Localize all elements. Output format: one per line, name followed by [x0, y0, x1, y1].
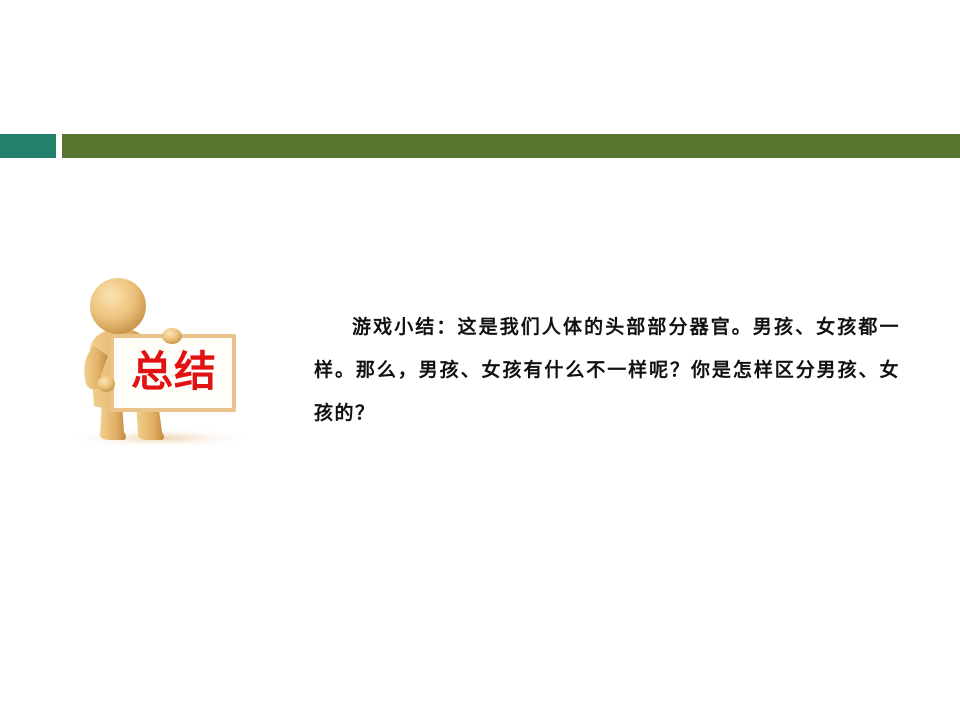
header-bar-accent [0, 134, 56, 158]
summary-paragraph: 游戏小结：这是我们人体的头部部分器官。男孩、女孩都一样。那么，男孩、女孩有什么不… [314, 316, 900, 424]
header-bar [62, 134, 960, 158]
sign-label: 总结 [130, 347, 217, 396]
